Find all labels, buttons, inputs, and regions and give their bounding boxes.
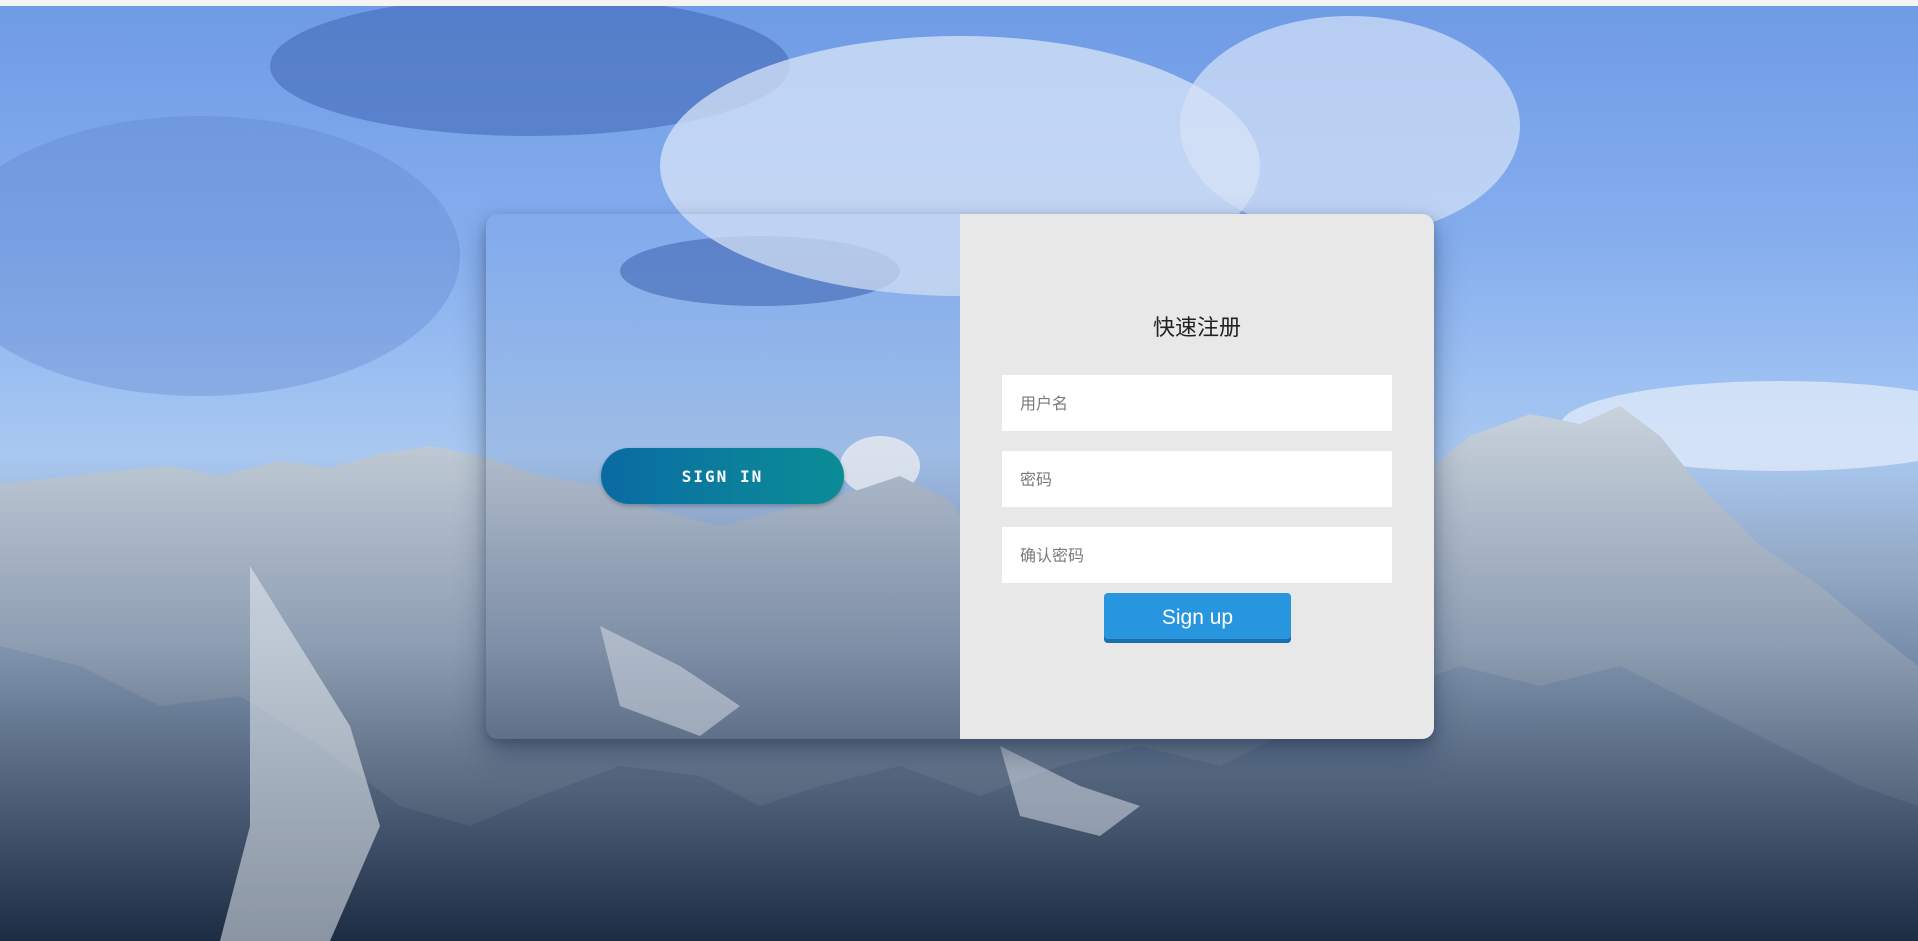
password-input[interactable]	[1002, 451, 1392, 507]
signup-form-title: 快速注册	[1152, 316, 1241, 341]
sign-up-button[interactable]: Sign up	[1104, 593, 1291, 643]
signup-form-panel: 快速注册 Sign up	[960, 214, 1434, 739]
auth-card: SIGN IN 快速注册 Sign up	[486, 214, 1434, 739]
sign-in-button[interactable]: SIGN IN	[601, 448, 844, 504]
username-input[interactable]	[1002, 375, 1392, 431]
signin-overlay-panel: SIGN IN	[486, 214, 960, 739]
confirm-password-input[interactable]	[1002, 527, 1392, 583]
